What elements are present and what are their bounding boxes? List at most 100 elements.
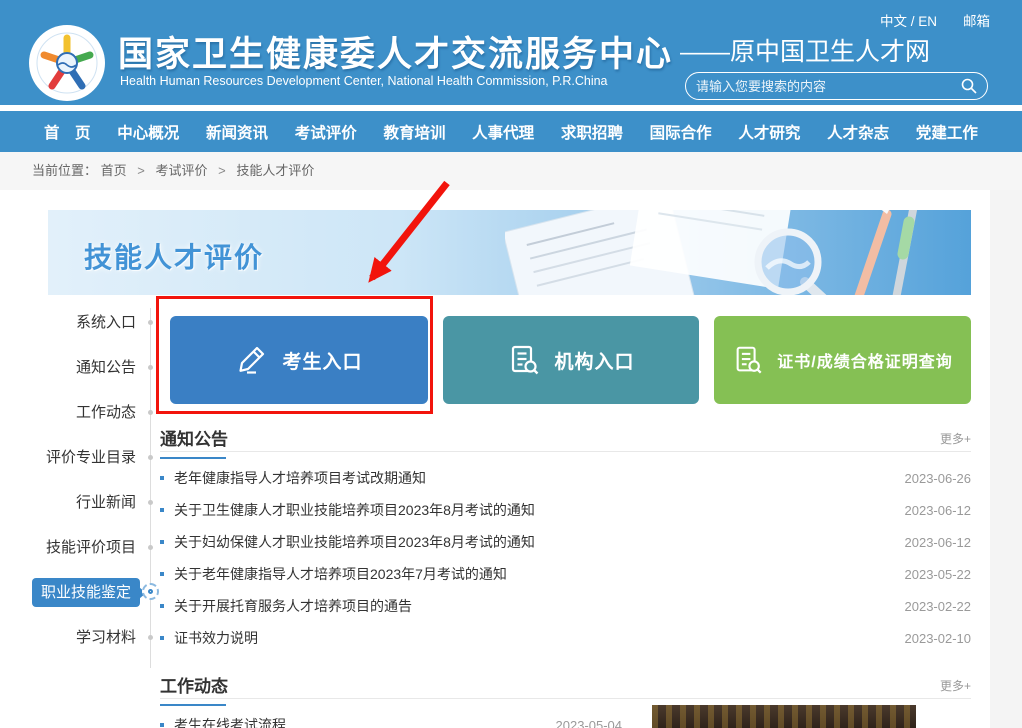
institution-entry-label: 机构入口 <box>554 347 634 374</box>
sidebar-item-notices[interactable]: 通知公告 <box>0 345 170 390</box>
bullet-icon <box>160 636 164 640</box>
candidate-entry-label: 考生入口 <box>282 347 362 374</box>
institution-entry-button[interactable]: 机构入口 <box>443 316 699 404</box>
work-date: 2023-05-04 <box>556 718 623 728</box>
sidebar-active-pill[interactable]: 职业技能鉴定 <box>32 578 140 607</box>
notice-date: 2023-06-12 <box>905 503 972 518</box>
breadcrumb-separator: > <box>137 163 145 178</box>
breadcrumb-separator: > <box>218 163 226 178</box>
nav-item-party[interactable]: 党建工作 <box>916 121 978 143</box>
timeline-active-marker <box>142 583 159 600</box>
work-list-item[interactable]: 考生在线考试流程 2023-05-04 <box>160 709 622 728</box>
sidebar-item-study-materials[interactable]: 学习材料 <box>0 615 170 660</box>
sidebar-item-label: 技能评价项目 <box>46 539 136 556</box>
site-subtitle: Health Human Resources Development Cente… <box>120 74 608 88</box>
header-utility-links: 中文 / EN 邮箱 <box>880 10 990 30</box>
timeline-dot <box>148 635 153 640</box>
nav-item-education[interactable]: 教育培训 <box>383 121 445 143</box>
sidebar-item-industry-news[interactable]: 行业新闻 <box>0 480 170 525</box>
search-box <box>685 72 988 100</box>
notice-list-item[interactable]: 证书效力说明 2023-02-10 <box>160 622 971 654</box>
sidebar-item-label: 行业新闻 <box>76 494 136 511</box>
site-logo-icon <box>28 24 106 102</box>
notice-date: 2023-02-10 <box>905 631 972 646</box>
sidebar-item-label: 评价专业目录 <box>46 449 136 466</box>
notice-list-item[interactable]: 关于妇幼保健人才职业技能培养项目2023年8月考试的通知 2023-06-12 <box>160 526 971 558</box>
timeline-dot <box>148 410 153 415</box>
notice-list-item[interactable]: 关于卫生健康人才职业技能培养项目2023年8月考试的通知 2023-06-12 <box>160 494 971 526</box>
breadcrumb-label: 当前位置： <box>32 163 97 178</box>
nav-item-about[interactable]: 中心概况 <box>117 121 179 143</box>
nav-item-exam[interactable]: 考试评价 <box>295 121 357 143</box>
timeline-dot <box>148 320 153 325</box>
nav-item-hr-agency[interactable]: 人事代理 <box>472 121 534 143</box>
site-header: 国家卫生健康委人才交流服务中心 Health Human Resources D… <box>0 0 1022 108</box>
search-icon[interactable] <box>961 78 977 94</box>
nav-item-jobs[interactable]: 求职招聘 <box>561 121 623 143</box>
breadcrumb: 当前位置： 首页 > 考试评价 > 技能人才评价 <box>32 152 314 190</box>
sidebar-item-label: 学习材料 <box>76 629 136 646</box>
notice-title: 关于卫生健康人才职业技能培养项目2023年8月考试的通知 <box>174 500 905 520</box>
search-input[interactable] <box>696 79 961 94</box>
notice-section-header: 通知公告 更多+ <box>160 425 971 452</box>
bullet-icon <box>160 723 164 727</box>
site-title: 国家卫生健康委人才交流服务中心 <box>118 26 673 77</box>
notice-title: 关于开展托育服务人才培养项目的通告 <box>174 596 905 616</box>
document-search-icon <box>732 344 764 376</box>
notice-date: 2023-06-26 <box>905 471 972 486</box>
notice-section-title: 通知公告 <box>160 425 228 450</box>
language-switch-link[interactable]: 中文 / EN <box>880 10 937 30</box>
breadcrumb-current[interactable]: 技能人才评价 <box>236 163 314 178</box>
mailbox-link[interactable]: 邮箱 <box>963 10 990 30</box>
work-news-photo[interactable] <box>652 705 916 728</box>
breadcrumb-exam[interactable]: 考试评价 <box>156 163 208 178</box>
timeline-dot <box>148 365 153 370</box>
bullet-icon <box>160 572 164 576</box>
nav-item-news[interactable]: 新闻资讯 <box>206 121 268 143</box>
nav-item-research[interactable]: 人才研究 <box>738 121 800 143</box>
notice-section: 通知公告 更多+ 老年健康指导人才培养项目考试改期通知 2023-06-26 关… <box>160 425 971 654</box>
breadcrumb-row: 当前位置： 首页 > 考试评价 > 技能人才评价 <box>0 152 1022 190</box>
sidebar-item-label: 工作动态 <box>76 404 136 421</box>
sidebar-item-catalog[interactable]: 评价专业目录 <box>0 435 170 480</box>
work-more-link[interactable]: 更多+ <box>940 677 971 694</box>
sidebar-item-work-news[interactable]: 工作动态 <box>0 390 170 435</box>
bullet-icon <box>160 604 164 608</box>
notice-date: 2023-05-22 <box>905 567 972 582</box>
sidebar-item-skill-projects[interactable]: 技能评价项目 <box>0 525 170 570</box>
notice-title: 关于妇幼保健人才职业技能培养项目2023年8月考试的通知 <box>174 532 905 552</box>
notice-list-item[interactable]: 老年健康指导人才培养项目考试改期通知 2023-06-26 <box>160 462 971 494</box>
pencil-icon <box>235 343 269 377</box>
notice-list: 老年健康指导人才培养项目考试改期通知 2023-06-26 关于卫生健康人才职业… <box>160 462 971 654</box>
bullet-icon <box>160 476 164 480</box>
bullet-icon <box>160 540 164 544</box>
notice-title: 老年健康指导人才培养项目考试改期通知 <box>174 468 905 488</box>
notice-list-item[interactable]: 关于老年健康指导人才培养项目2023年7月考试的通知 2023-05-22 <box>160 558 971 590</box>
section-banner: 技能人才评价 <box>48 210 971 295</box>
nav-item-international[interactable]: 国际合作 <box>650 121 712 143</box>
certificate-query-button[interactable]: 证书/成绩合格证明查询 <box>714 316 971 404</box>
notice-date: 2023-02-22 <box>905 599 972 614</box>
timeline-dot <box>148 500 153 505</box>
bullet-icon <box>160 508 164 512</box>
certificate-query-label: 证书/成绩合格证明查询 <box>777 348 952 372</box>
sidebar-item-label: 系统入口 <box>76 314 136 331</box>
notice-more-link[interactable]: 更多+ <box>940 430 971 447</box>
breadcrumb-home[interactable]: 首页 <box>101 163 127 178</box>
notice-list-item[interactable]: 关于开展托育服务人才培养项目的通告 2023-02-22 <box>160 590 971 622</box>
work-title: 考生在线考试流程 <box>174 715 556 728</box>
sidebar-item-label: 通知公告 <box>76 359 136 376</box>
banner-decoration-papers-magnifier-pens-icon <box>505 210 925 295</box>
former-site-name: ——原中国卫生人才网 <box>680 32 930 68</box>
sidebar-item-vocational-skill-active[interactable]: 职业技能鉴定 <box>0 570 170 615</box>
nav-item-magazine[interactable]: 人才杂志 <box>827 121 889 143</box>
sidebar-item-system-entry[interactable]: 系统入口 <box>0 300 170 345</box>
notice-date: 2023-06-12 <box>905 535 972 550</box>
nav-item-home[interactable]: 首 页 <box>44 121 91 143</box>
notice-title: 证书效力说明 <box>174 628 905 648</box>
work-section-header: 工作动态 更多+ <box>160 672 971 699</box>
timeline-dot <box>148 455 153 460</box>
timeline-dot <box>148 545 153 550</box>
sidebar-nav: 系统入口 通知公告 工作动态 评价专业目录 行业新闻 技能评价项目 职业技能鉴定 <box>0 300 170 680</box>
candidate-entry-button[interactable]: 考生入口 <box>170 316 428 404</box>
